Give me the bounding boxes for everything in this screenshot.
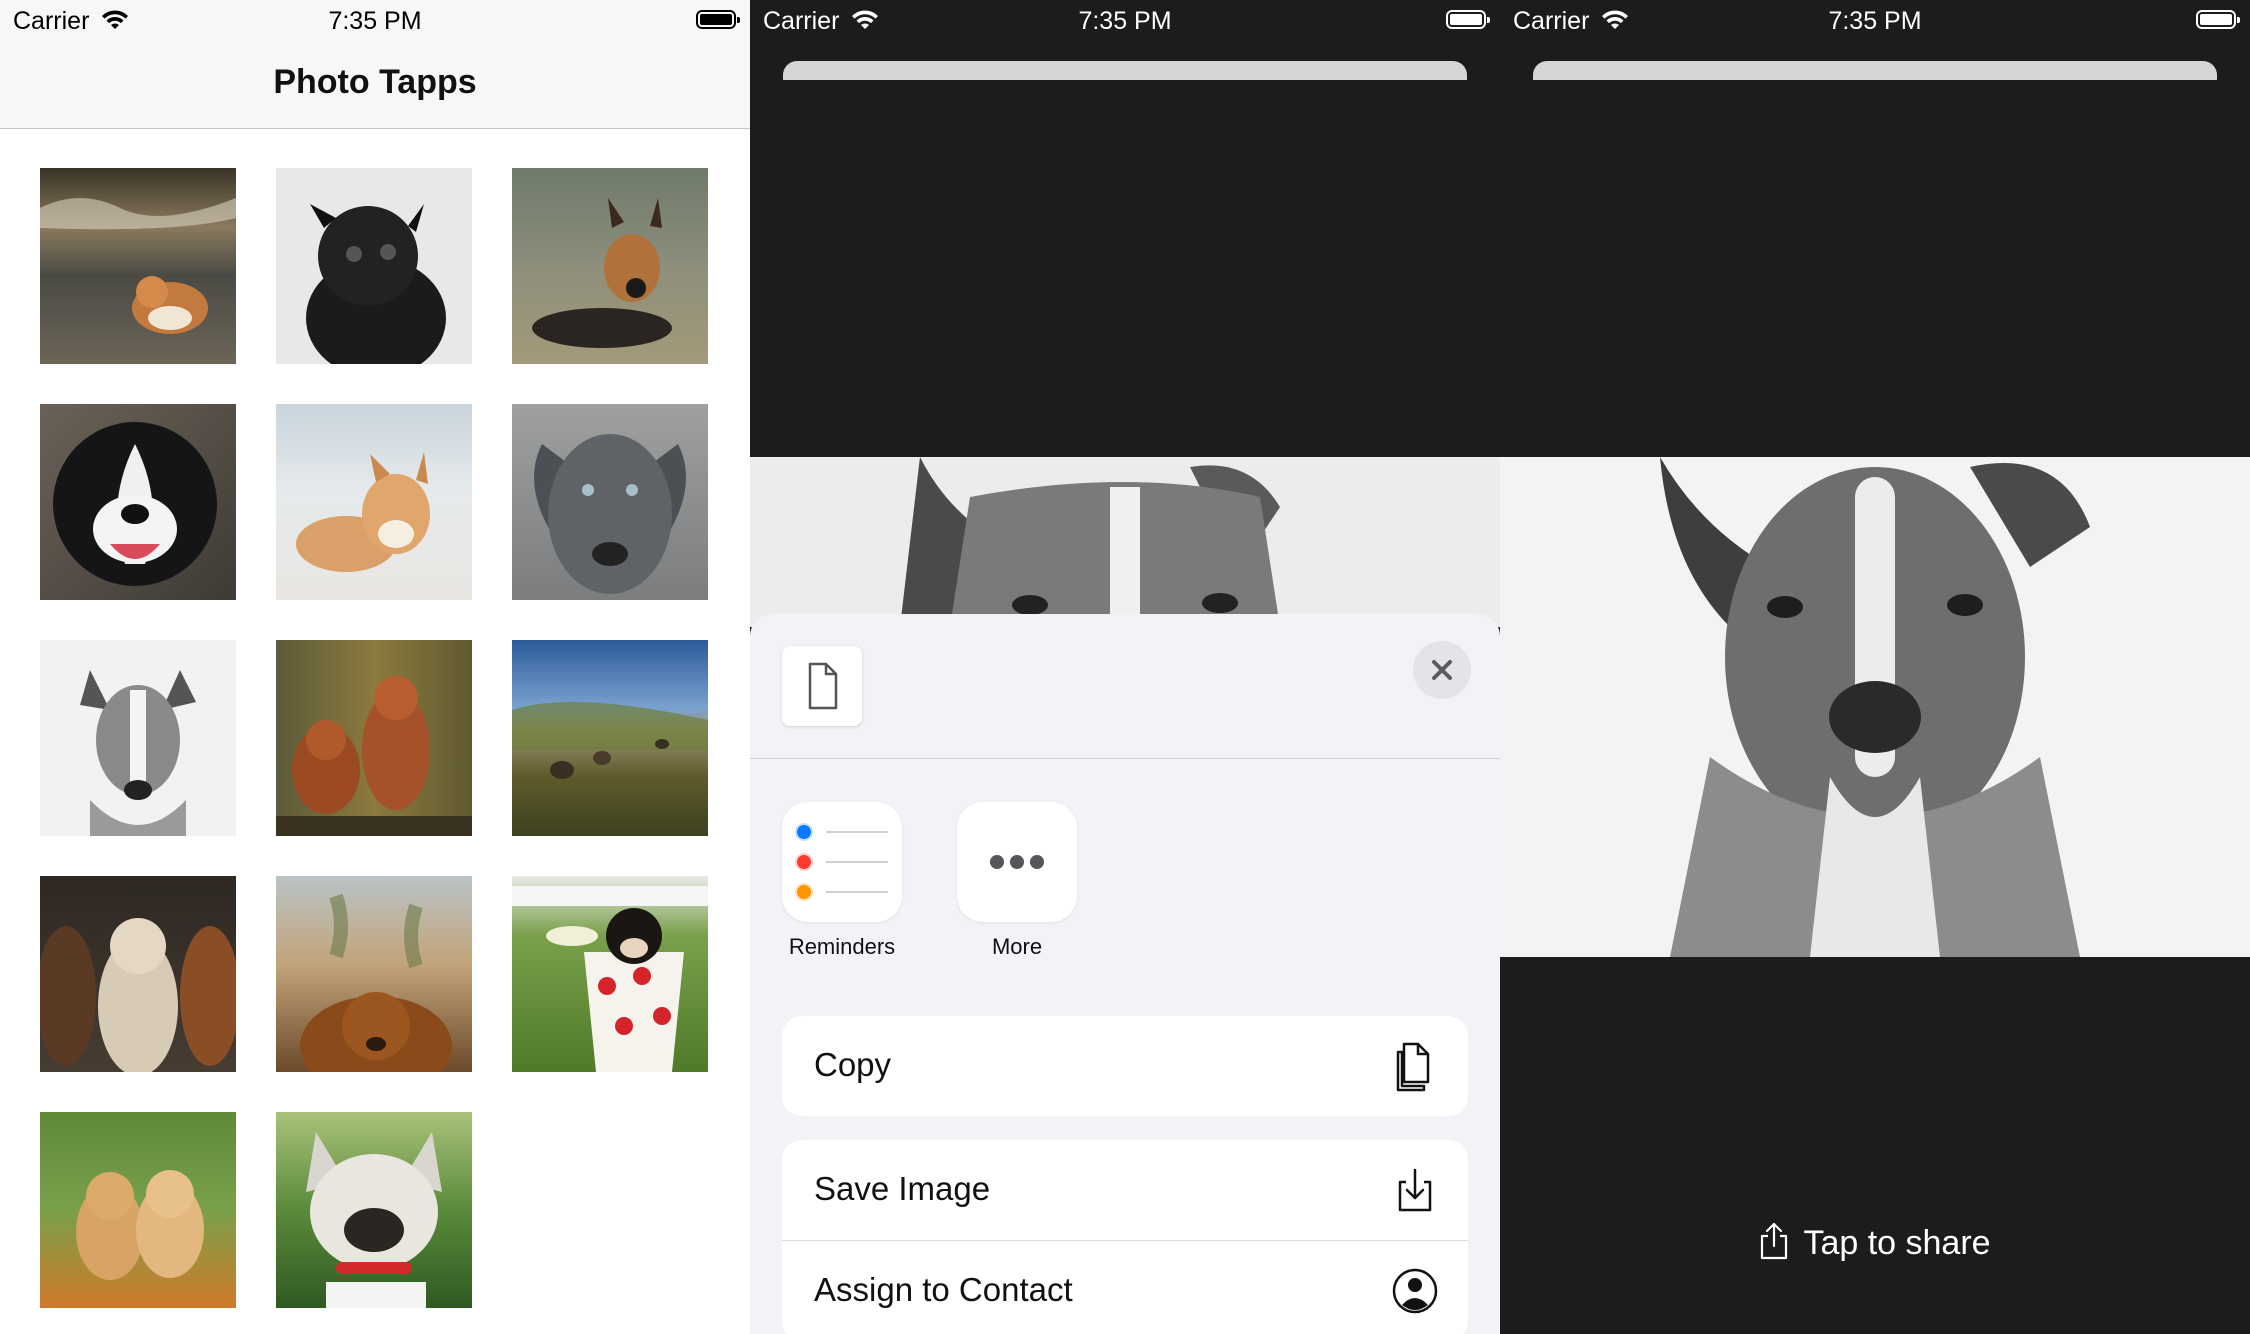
field-image (512, 702, 708, 779)
save-image-label: Save Image (814, 1170, 991, 1207)
detail-photo[interactable] (1500, 457, 2250, 957)
copy-action-group: Copy (782, 1016, 1468, 1116)
reminders-label: Reminders (788, 934, 896, 959)
close-icon (1432, 660, 1452, 680)
pug-image (306, 204, 446, 364)
photo-bulldog-beach[interactable] (40, 168, 236, 364)
close-button[interactable] (1413, 641, 1471, 699)
terrier-photo (1660, 457, 2090, 957)
share-app-row: Reminders More (750, 802, 1500, 962)
photo-grey-pitbull[interactable] (512, 404, 708, 600)
copy-action[interactable]: Copy (782, 1016, 1468, 1116)
photo-three-dogs[interactable] (40, 876, 236, 1072)
more-app-button[interactable] (957, 802, 1077, 922)
status-time: 7:35 PM (1828, 7, 1922, 35)
photo-black-pug[interactable] (276, 168, 472, 364)
assign-contact-label: Assign to Contact (814, 1271, 1073, 1308)
frenchie-image (306, 1132, 442, 1308)
status-bar: Carrier 7:35 PM (0, 0, 750, 40)
battery-icon (696, 10, 740, 29)
terrier-photo-top (900, 457, 1280, 627)
document-icon (808, 662, 838, 710)
collie-image (53, 422, 217, 586)
reminders-app-button[interactable] (782, 802, 902, 922)
shepherd-image (532, 198, 672, 348)
photo-german-shepherd[interactable] (512, 168, 708, 364)
share-sheet: Reminders More Copy Save Image Assign to… (750, 614, 1500, 1334)
three-dogs-image (40, 918, 236, 1072)
photo-border-collie[interactable] (40, 404, 236, 600)
photo-puppy-in-cup[interactable] (512, 876, 708, 1072)
cup-puppy-image (512, 886, 708, 1072)
more-icon (990, 855, 1044, 869)
reminders-icon (795, 823, 888, 901)
status-time: 7:35 PM (1078, 7, 1172, 35)
save-image-icon (1398, 1168, 1432, 1212)
share-sheet-header (750, 614, 1500, 759)
gallery-screen: Carrier 7:35 PM Photo Tapps (0, 0, 750, 1334)
retriever-image (300, 893, 452, 1072)
photo-golden-retriever[interactable] (276, 876, 472, 1072)
more-label: More (991, 934, 1043, 959)
document-thumbnail (782, 646, 862, 726)
photo-dogs-field[interactable] (512, 640, 708, 836)
assign-contact-action[interactable]: Assign to Contact (782, 1240, 1468, 1334)
photo-bw-terrier[interactable] (40, 640, 236, 836)
copy-label: Copy (814, 1046, 892, 1083)
nav-bar: Photo Tapps (0, 40, 750, 129)
photo-vizsla-pair[interactable] (276, 640, 472, 836)
copy-icon (1396, 1042, 1430, 1092)
puppies-image (76, 1170, 204, 1280)
status-bar: Carrier 7:35 PM (1500, 0, 2250, 40)
save-image-action[interactable]: Save Image (782, 1140, 1468, 1240)
contact-icon (1392, 1268, 1438, 1314)
page-title: Photo Tapps (273, 63, 477, 101)
share-icon (1761, 1222, 1788, 1260)
vizsla-image (276, 676, 472, 836)
status-time: 7:35 PM (328, 7, 422, 35)
photo-french-bulldog[interactable] (276, 1112, 472, 1308)
terrier-image (80, 670, 196, 836)
share-sheet-screen: Carrier 7:35 PM Reminders More Copy Save… (750, 0, 1500, 1334)
detail-photo-partial (750, 457, 1500, 627)
pitbull-image (534, 434, 686, 594)
battery-icon (2196, 10, 2240, 29)
photo-detail-screen: Carrier 7:35 PM Tap to share (1500, 0, 2250, 1334)
photo-shiba-puppy[interactable] (276, 404, 472, 600)
bulldog-image (40, 198, 236, 334)
shiba-image (296, 452, 430, 572)
photo-golden-puppies[interactable] (40, 1112, 236, 1308)
share-prompt-button[interactable]: Tap to share (1500, 1222, 2250, 1263)
share-prompt-label: Tap to share (1803, 1224, 1991, 1262)
battery-icon (1446, 10, 1490, 29)
status-bar: Carrier 7:35 PM (750, 0, 1500, 40)
image-action-group: Save Image Assign to Contact (782, 1140, 1468, 1334)
